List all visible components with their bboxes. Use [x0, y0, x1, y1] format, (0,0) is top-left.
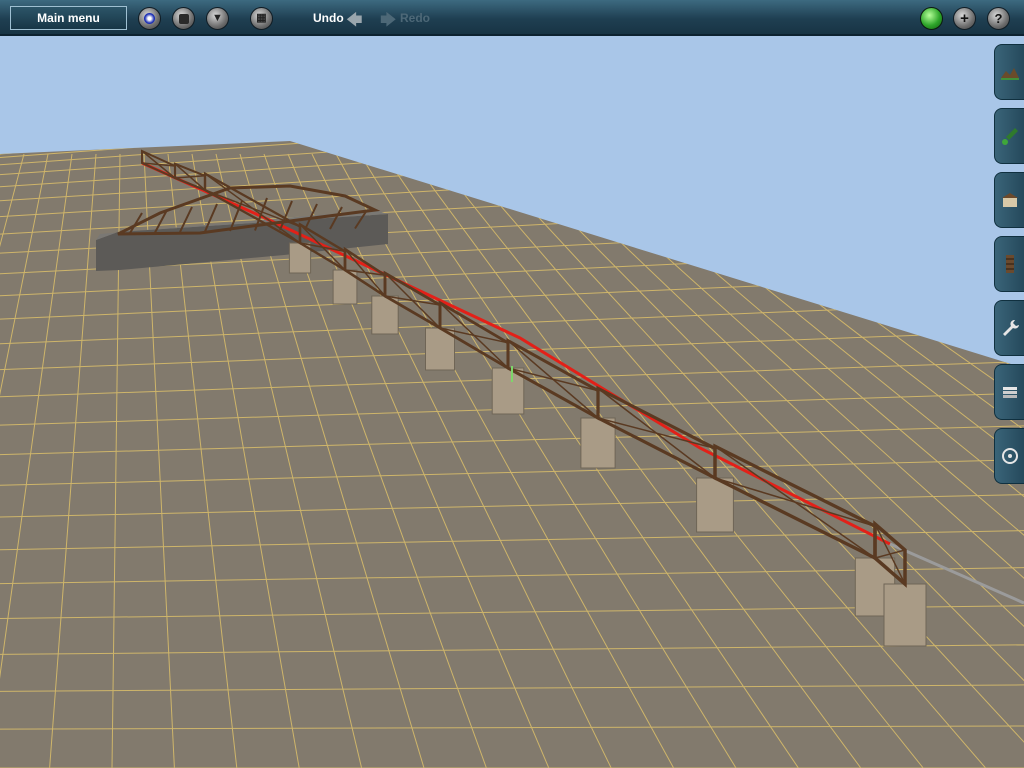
paint-brush-icon	[1001, 128, 1018, 145]
funnel-icon: ▼	[212, 12, 223, 24]
stop-button[interactable]	[172, 7, 195, 30]
track-icon	[1005, 255, 1014, 273]
question-icon: ?	[994, 11, 1003, 26]
add-button[interactable]: +	[953, 7, 976, 30]
compass-icon	[144, 13, 155, 24]
track-tab[interactable]	[994, 236, 1024, 292]
grid-icon: ▦	[256, 12, 267, 24]
redo-arrow-icon: 🡆	[380, 12, 397, 29]
wrench-icon	[1002, 320, 1019, 336]
tools-tab[interactable]	[994, 300, 1024, 356]
objects-tab[interactable]	[994, 172, 1024, 228]
help-button[interactable]: ?	[987, 7, 1010, 30]
top-toolbar: Main menu ▼ ▦ Undo 🡄 🡆 Redo + ?	[0, 0, 1024, 36]
layers-tab[interactable]	[994, 364, 1024, 420]
driver-mode-button[interactable]	[138, 7, 161, 30]
grid-button[interactable]: ▦	[250, 7, 273, 30]
plus-icon: +	[960, 10, 969, 27]
undo-arrow-icon[interactable]: 🡄	[346, 9, 363, 36]
building-icon	[1001, 193, 1018, 207]
status-indicator[interactable]	[920, 7, 943, 30]
topology-tab[interactable]	[994, 44, 1024, 100]
redo-button: Redo	[400, 11, 430, 25]
gear-icon	[1001, 448, 1018, 464]
settings-tab[interactable]	[994, 428, 1024, 484]
filter-button[interactable]: ▼	[206, 7, 229, 30]
undo-button[interactable]: Undo	[313, 11, 344, 25]
stop-icon	[178, 13, 189, 24]
main-menu-button[interactable]: Main menu	[10, 6, 127, 30]
terrain-icon	[1000, 68, 1019, 80]
paint-tab[interactable]	[994, 108, 1024, 164]
pier	[883, 583, 927, 647]
layers-icon	[1002, 387, 1017, 398]
world-viewport[interactable]	[0, 38, 1024, 768]
